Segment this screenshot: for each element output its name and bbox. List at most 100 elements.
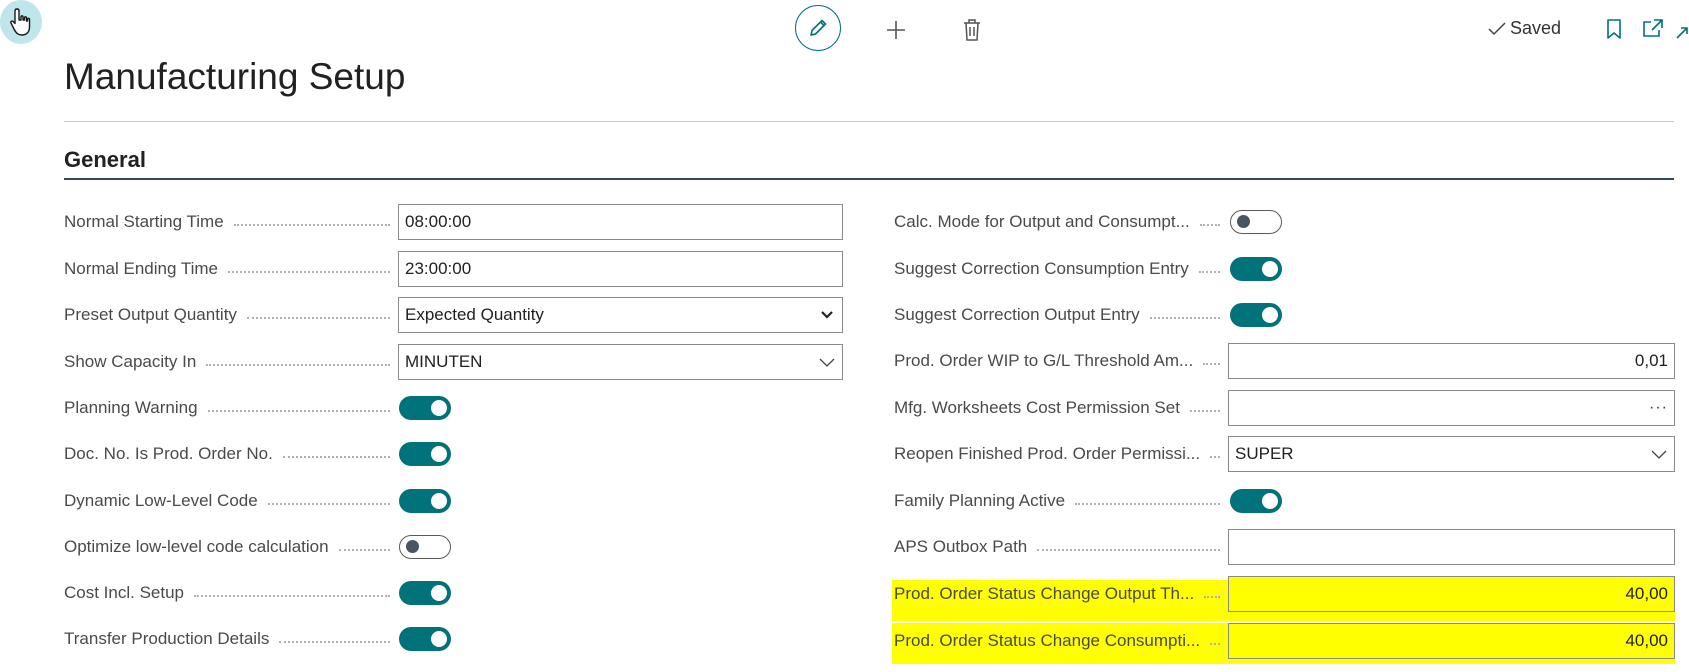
field-label: Calc. Mode for Output and Consumpt... [894, 212, 1190, 231]
field-prod-order-status-change-consumption-threshold: Prod. Order Status Change Consumpti... [894, 623, 1228, 659]
field-show-capacity-in: Show Capacity In [64, 344, 398, 380]
leader-dots [1204, 595, 1220, 598]
reopen-finished-prod-order-permission-lookup[interactable]: SUPER [1228, 436, 1675, 472]
leader-dots [1210, 642, 1220, 645]
calc-mode-output-consumption-toggle[interactable] [1230, 210, 1282, 234]
field-label: APS Outbox Path [894, 537, 1028, 556]
field-label: Reopen Finished Prod. Order Permissi... [894, 444, 1201, 463]
edit-button[interactable] [795, 5, 841, 51]
field-label: Doc. No. Is Prod. Order No. [64, 444, 273, 463]
field-label: Cost Incl. Setup [64, 583, 185, 602]
preset-output-quantity-select[interactable]: Expected Quantity [398, 297, 843, 333]
normal-ending-time-input[interactable]: 23:00:00 [398, 251, 843, 287]
leader-dots [338, 548, 390, 551]
dynamic-low-level-code-toggle[interactable] [399, 489, 451, 513]
show-capacity-in-lookup[interactable]: MINUTEN [398, 344, 843, 380]
hand-cursor-icon [10, 8, 31, 36]
prod-order-status-change-output-threshold-input[interactable]: 40,00 [1228, 576, 1675, 612]
field-label: Planning Warning [64, 398, 198, 417]
input-value: 23:00:00 [405, 259, 472, 278]
field-aps-outbox-path: APS Outbox Path [894, 529, 1228, 565]
field-transfer-production-details: Transfer Production Details [64, 621, 398, 657]
toggle-knob [1262, 307, 1278, 323]
leader-dots [1189, 409, 1220, 412]
bookmark-icon [1607, 19, 1621, 39]
leader-dots [194, 594, 390, 597]
pencil-icon [810, 19, 827, 36]
chevron-down-icon[interactable] [1650, 445, 1668, 463]
delete-button[interactable] [958, 15, 986, 45]
field-label: Optimize low-level code calculation [64, 537, 329, 556]
aps-outbox-path-input[interactable] [1228, 529, 1675, 565]
toggle-knob [431, 493, 447, 509]
page-title: Manufacturing Setup [64, 56, 406, 97]
field-doc-no-is-prod-order-no: Doc. No. Is Prod. Order No. [64, 436, 398, 472]
leader-dots [1075, 502, 1220, 505]
leader-dots [1199, 223, 1220, 226]
bookmark-button[interactable] [1603, 16, 1625, 42]
input-value: 40,00 [1625, 584, 1668, 603]
checkmark-icon [1488, 21, 1506, 35]
cost-incl-setup-toggle[interactable] [399, 581, 451, 605]
section-title-general[interactable]: General [64, 147, 146, 173]
chevron-down-icon [818, 306, 836, 324]
saved-status: Saved [1488, 18, 1561, 39]
leader-dots [233, 223, 390, 226]
leader-dots [1210, 455, 1220, 458]
open-new-window-button[interactable] [1640, 16, 1666, 42]
field-reopen-finished-prod-order-permission: Reopen Finished Prod. Order Permissi... [894, 436, 1228, 472]
suggest-correction-output-toggle[interactable] [1230, 303, 1282, 327]
prod-order-wip-threshold-input[interactable]: 0,01 [1228, 343, 1675, 379]
toggle-knob [1237, 215, 1250, 228]
field-label: Prod. Order Status Change Output Th... [894, 584, 1195, 603]
family-planning-active-toggle[interactable] [1230, 489, 1282, 513]
leader-dots [267, 502, 390, 505]
open-in-new-window-icon [1643, 19, 1663, 37]
lookup-value: SUPER [1235, 444, 1294, 463]
planning-warning-toggle[interactable] [399, 396, 451, 420]
field-family-planning-active: Family Planning Active [894, 483, 1228, 519]
field-label: Preset Output Quantity [64, 305, 237, 324]
field-label: Transfer Production Details [64, 629, 270, 648]
prod-order-status-change-consumption-threshold-input[interactable]: 40,00 [1228, 623, 1675, 659]
leader-dots [279, 640, 390, 643]
assist-edit-button[interactable]: ··· [1649, 399, 1668, 417]
field-normal-ending-time: Normal Ending Time [64, 251, 398, 287]
leader-dots [206, 363, 390, 366]
toggle-knob [406, 540, 419, 553]
leader-dots [1037, 548, 1220, 551]
leader-dots [228, 270, 390, 273]
field-mfg-worksheets-cost-permission-set: Mfg. Worksheets Cost Permission Set [894, 390, 1228, 426]
leader-dots [1198, 270, 1220, 273]
field-label: Suggest Correction Consumption Entry [894, 259, 1189, 278]
leader-dots [1203, 362, 1220, 365]
trash-icon [964, 19, 980, 41]
field-label: Normal Ending Time [64, 259, 219, 278]
toggle-knob [431, 585, 447, 601]
field-label: Mfg. Worksheets Cost Permission Set [894, 398, 1180, 417]
collapse-button[interactable] [1675, 20, 1689, 42]
toggle-knob [1262, 493, 1278, 509]
mfg-worksheets-cost-permission-set-input[interactable]: ··· [1228, 390, 1675, 426]
transfer-production-details-toggle[interactable] [399, 627, 451, 651]
field-suggest-correction-consumption: Suggest Correction Consumption Entry [894, 251, 1228, 287]
title-divider [64, 121, 1674, 122]
suggest-correction-consumption-toggle[interactable] [1230, 257, 1282, 281]
optimize-low-level-code-toggle[interactable] [399, 535, 451, 559]
field-normal-starting-time: Normal Starting Time [64, 204, 398, 240]
field-prod-order-wip-threshold: Prod. Order WIP to G/L Threshold Am... [894, 343, 1228, 379]
doc-no-is-prod-order-no-toggle[interactable] [399, 442, 451, 466]
leader-dots [282, 455, 390, 458]
field-planning-warning: Planning Warning [64, 390, 398, 426]
field-cost-incl-setup: Cost Incl. Setup [64, 575, 398, 611]
input-value: 0,01 [1634, 351, 1668, 370]
field-preset-output-quantity: Preset Output Quantity [64, 297, 398, 333]
chevron-down-icon[interactable] [818, 353, 836, 371]
saved-label: Saved [1510, 18, 1562, 38]
field-label: Family Planning Active [894, 491, 1066, 510]
field-label: Prod. Order Status Change Consumpti... [894, 631, 1201, 650]
leader-dots [246, 316, 390, 319]
normal-starting-time-input[interactable]: 08:00:00 [398, 204, 843, 240]
new-button[interactable] [882, 16, 910, 44]
field-calc-mode-output-consumption: Calc. Mode for Output and Consumpt... [894, 204, 1228, 240]
